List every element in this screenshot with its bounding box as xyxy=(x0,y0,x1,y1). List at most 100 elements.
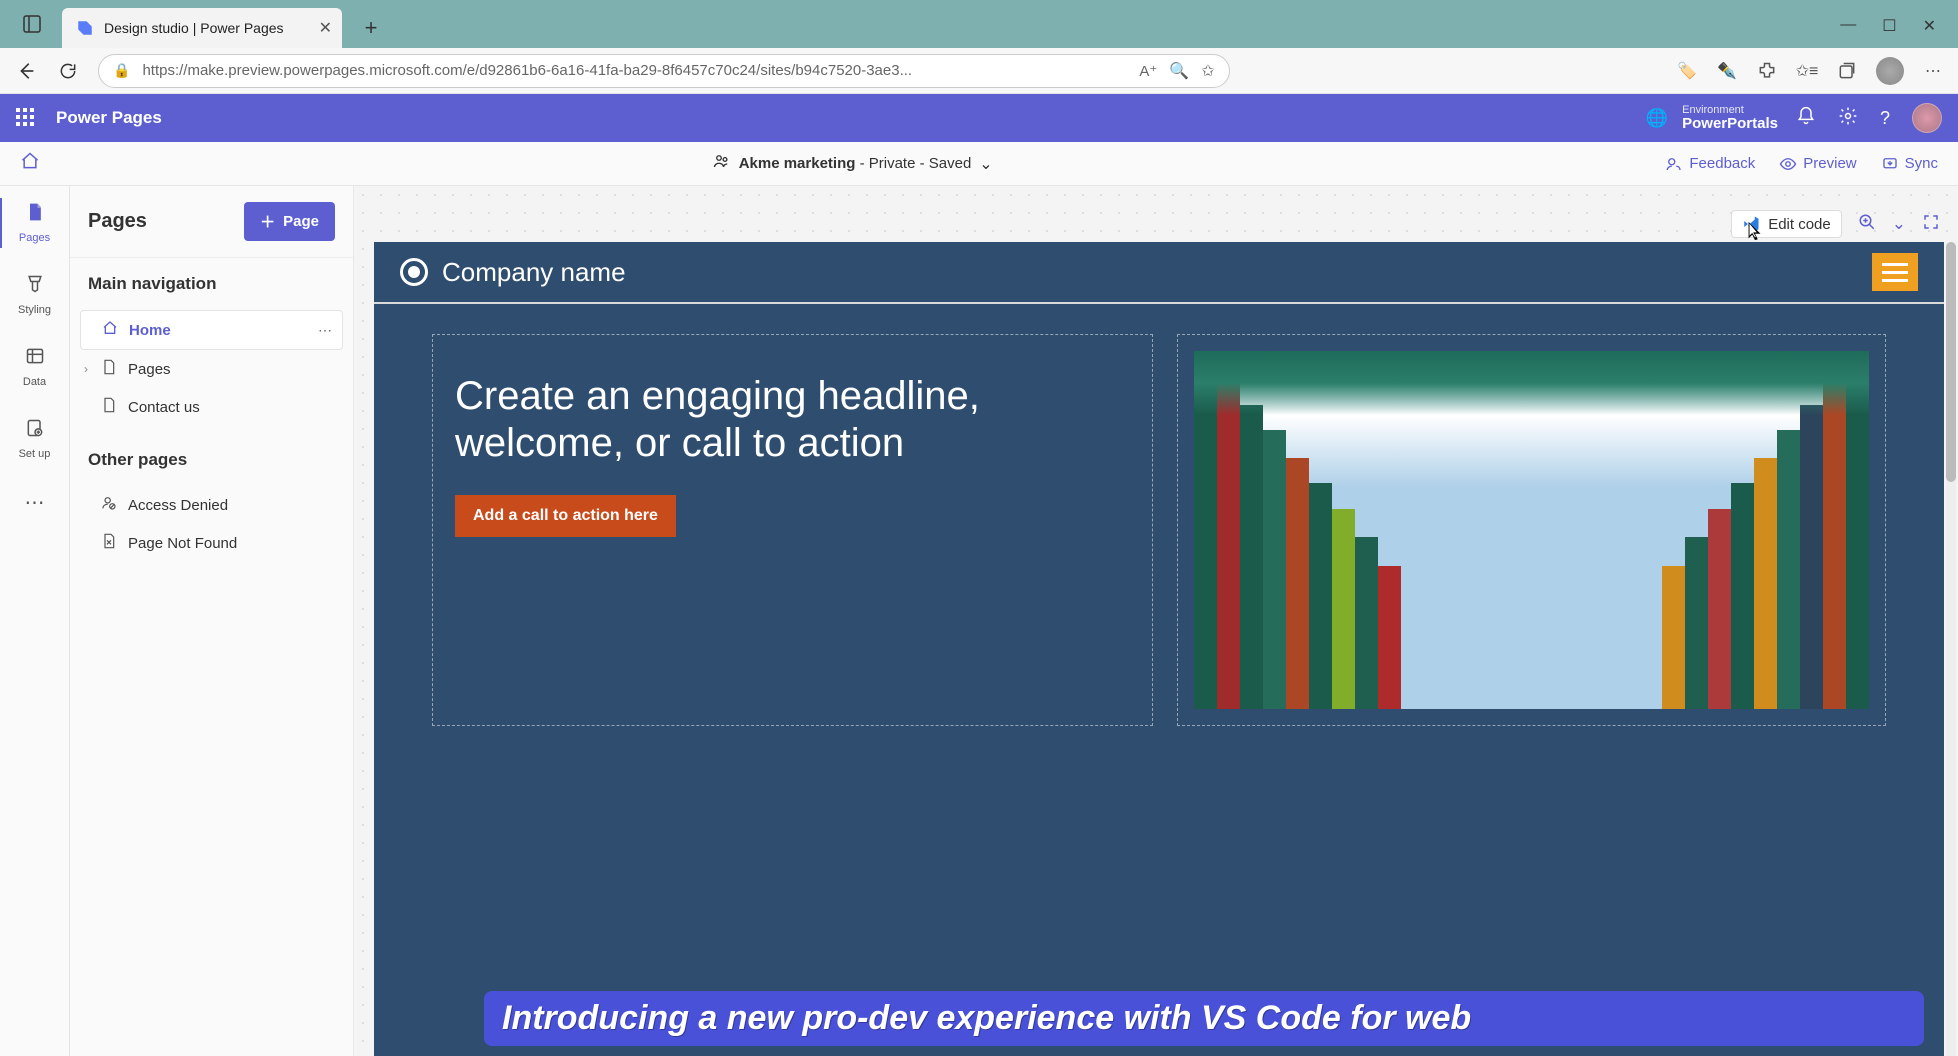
app-launcher-icon[interactable] xyxy=(16,108,36,128)
fullscreen-icon[interactable] xyxy=(1922,213,1940,236)
setup-icon xyxy=(25,418,45,444)
nav-item-access-denied[interactable]: Access Denied xyxy=(80,486,343,524)
environment-picker[interactable]: Environment PowerPortals xyxy=(1682,104,1778,133)
page-preview[interactable]: Company name Create an engaging headline… xyxy=(374,242,1944,1056)
shopping-icon[interactable]: 🏷️ xyxy=(1676,60,1698,82)
nav-pages-label: Pages xyxy=(128,361,171,378)
help-icon[interactable]: ? xyxy=(1880,108,1890,129)
tab-title: Design studio | Power Pages xyxy=(104,20,284,36)
company-name[interactable]: Company name xyxy=(442,257,626,288)
panel-title: Pages xyxy=(88,210,147,233)
rail-setup[interactable]: Set up xyxy=(0,414,69,464)
url-text: https://make.preview.powerpages.microsof… xyxy=(142,62,1127,79)
pages-icon xyxy=(25,202,45,228)
chevron-down-icon[interactable]: ⌄ xyxy=(1892,214,1906,234)
cta-button[interactable]: Add a call to action here xyxy=(455,495,676,537)
collections-icon[interactable] xyxy=(1836,60,1858,82)
left-rail: Pages Styling Data Set up xyxy=(0,186,70,1056)
reading-mode-icon[interactable]: A⁺ xyxy=(1139,62,1157,80)
site-status: - Private - Saved xyxy=(855,155,971,172)
other-pages-tree: Access Denied Page Not Found xyxy=(70,480,353,576)
hero-headline[interactable]: Create an engaging headline, welcome, or… xyxy=(455,373,1130,467)
people-icon xyxy=(713,152,731,175)
nav-refresh-icon[interactable] xyxy=(56,59,80,83)
nav-item-not-found[interactable]: Page Not Found xyxy=(80,524,343,562)
site-selector[interactable]: Akme marketing - Private - Saved ⌄ xyxy=(713,152,993,175)
promo-banner: Introducing a new pro-dev experience wit… xyxy=(484,991,1924,1046)
browser-more-icon[interactable]: ⋯ xyxy=(1922,60,1944,82)
containers-illustration xyxy=(1194,351,1869,709)
browser-profile-avatar[interactable] xyxy=(1876,57,1904,85)
rail-setup-label: Set up xyxy=(19,448,51,460)
preview-button[interactable]: Preview xyxy=(1779,155,1856,173)
nav-item-pages[interactable]: › Pages xyxy=(80,350,343,388)
tab-close-icon[interactable]: ✕ xyxy=(319,18,332,38)
url-bar[interactable]: 🔒 https://make.preview.powerpages.micros… xyxy=(98,54,1230,88)
rail-styling-label: Styling xyxy=(18,304,51,316)
window-controls: — ☐ ✕ xyxy=(1840,16,1946,36)
sync-label: Sync xyxy=(1905,155,1938,172)
rail-styling[interactable]: Styling xyxy=(0,270,69,320)
chevron-right-icon[interactable]: › xyxy=(84,362,88,376)
other-pages-heading: Other pages xyxy=(70,440,353,480)
window-close-icon[interactable]: ✕ xyxy=(1923,16,1936,36)
extensions-icon[interactable] xyxy=(1756,60,1778,82)
scrollbar-thumb[interactable] xyxy=(1946,242,1956,482)
environment-name: PowerPortals xyxy=(1682,116,1778,133)
notifications-icon[interactable] xyxy=(1796,106,1816,131)
hero-image-column[interactable] xyxy=(1177,334,1886,726)
environment-label: Environment xyxy=(1682,104,1778,116)
access-denied-icon xyxy=(100,495,118,515)
pen-icon[interactable]: ✒️ xyxy=(1716,60,1738,82)
home-icon[interactable] xyxy=(20,151,40,176)
canvas-scrollbar[interactable] xyxy=(1946,242,1956,1056)
rail-pages-label: Pages xyxy=(19,232,50,244)
favorite-icon[interactable]: ✩ xyxy=(1201,61,1214,81)
window-maximize-icon[interactable]: ☐ xyxy=(1882,16,1896,36)
rail-more[interactable]: ⋯ xyxy=(0,486,69,519)
powerpages-favicon-icon xyxy=(76,19,94,37)
settings-icon[interactable] xyxy=(1838,106,1858,131)
favorites-list-icon[interactable]: ✩≡ xyxy=(1796,60,1818,82)
browser-tab[interactable]: Design studio | Power Pages ✕ xyxy=(62,8,342,48)
nav-item-more-icon[interactable]: ⋯ xyxy=(318,322,332,339)
add-page-button[interactable]: ＋ Page xyxy=(244,202,335,241)
nav-not-found-label: Page Not Found xyxy=(128,535,237,552)
new-tab-button[interactable]: + xyxy=(354,11,388,45)
preview-site-header: Company name xyxy=(374,242,1944,304)
zoom-in-icon[interactable] xyxy=(1858,213,1876,236)
page-icon xyxy=(100,397,118,417)
user-avatar[interactable] xyxy=(1912,103,1942,133)
tab-manager-icon[interactable] xyxy=(12,4,52,44)
product-name[interactable]: Power Pages xyxy=(56,108,162,128)
sync-button[interactable]: Sync xyxy=(1881,155,1938,173)
zoom-icon[interactable]: 🔍 xyxy=(1169,61,1189,81)
preview-label: Preview xyxy=(1803,155,1856,172)
design-canvas: Edit code ⌄ Company name xyxy=(354,186,1958,1056)
nav-item-home[interactable]: Home ⋯ xyxy=(80,310,343,350)
environment-icon: 🌐 xyxy=(1646,108,1668,129)
site-name: Akme marketing xyxy=(739,155,856,172)
rail-pages[interactable]: Pages xyxy=(0,198,68,248)
site-logo-icon xyxy=(400,258,428,286)
nav-back-icon[interactable] xyxy=(14,59,38,83)
hero-image xyxy=(1194,351,1869,709)
nav-home-label: Home xyxy=(129,322,171,339)
window-minimize-icon[interactable]: — xyxy=(1840,16,1856,36)
command-bar: Akme marketing - Private - Saved ⌄ Feedb… xyxy=(0,142,1958,186)
edit-code-label: Edit code xyxy=(1768,216,1831,233)
hamburger-menu-icon[interactable] xyxy=(1872,253,1918,291)
feedback-button[interactable]: Feedback xyxy=(1665,155,1755,173)
pages-panel: Pages ＋ Page Main navigation Home ⋯ › xyxy=(70,186,354,1056)
rail-data[interactable]: Data xyxy=(0,342,69,392)
chevron-down-icon: ⌄ xyxy=(979,154,992,174)
banner-text: Introducing a new pro-dev experience wit… xyxy=(502,999,1471,1037)
styling-icon xyxy=(25,274,45,300)
cta-label: Add a call to action here xyxy=(473,507,658,524)
hero-text-column[interactable]: Create an engaging headline, welcome, or… xyxy=(432,334,1153,726)
nav-access-denied-label: Access Denied xyxy=(128,497,228,514)
nav-item-contact[interactable]: Contact us xyxy=(80,388,343,426)
mouse-cursor-icon xyxy=(1744,220,1766,247)
browser-navbar: 🔒 https://make.preview.powerpages.micros… xyxy=(0,48,1958,94)
plus-icon: ＋ xyxy=(260,211,275,232)
